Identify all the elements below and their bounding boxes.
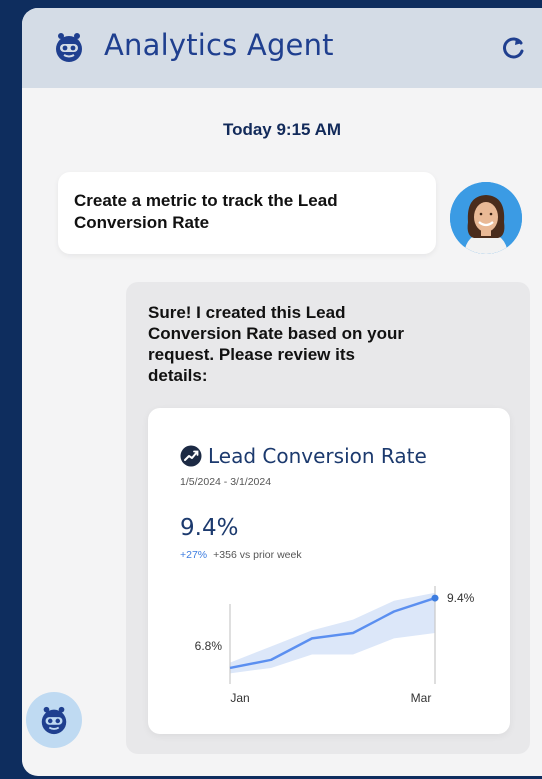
chat-panel: Analytics Agent Today 9:15 AM Create a m… <box>22 8 542 776</box>
refresh-icon[interactable] <box>500 34 528 62</box>
app-title: Analytics Agent <box>104 28 334 62</box>
agent-message: Sure! I created this Lead Conversion Rat… <box>126 282 530 754</box>
x-tick-mar: Mar <box>411 691 432 705</box>
metric-title: Lead Conversion Rate <box>208 444 427 468</box>
metric-card[interactable]: Lead Conversion Rate 1/5/2024 - 3/1/2024… <box>148 408 510 734</box>
metric-delta-percent: +27% <box>180 549 208 561</box>
metric-delta-text: +356 vs prior week <box>213 549 302 561</box>
trend-icon <box>180 445 202 467</box>
user-avatar <box>450 182 522 254</box>
header: Analytics Agent <box>22 8 542 88</box>
start-value-label: 6.8% <box>195 639 223 653</box>
end-point <box>431 594 439 602</box>
agent-avatar-button[interactable] <box>26 692 82 748</box>
robot-icon <box>56 33 82 62</box>
x-tick-jan: Jan <box>230 691 249 705</box>
agent-message-text: Sure! I created this Lead Conversion Rat… <box>148 303 404 385</box>
metric-date-range: 1/5/2024 - 3/1/2024 <box>180 476 272 488</box>
robot-icon <box>41 706 67 735</box>
end-value-label: 9.4% <box>447 591 475 605</box>
message-timestamp: Today 9:15 AM <box>222 120 342 139</box>
user-message: Create a metric to track the Lead Conver… <box>58 172 436 254</box>
metric-delta: +27% +356 vs prior week <box>180 549 302 561</box>
metric-value: 9.4% <box>180 515 239 541</box>
metric-line-chart: 6.8% 9.4% Jan Mar <box>195 586 475 705</box>
